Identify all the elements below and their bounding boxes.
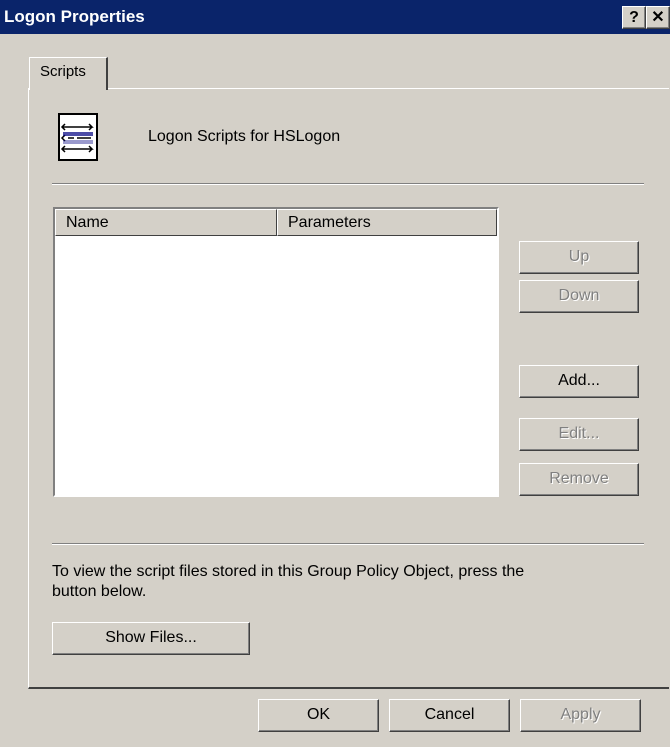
logon-properties-dialog: Logon Properties ? ✕ Scripts Logon Scrip… [0, 0, 670, 747]
apply-button[interactable]: Apply [520, 699, 641, 732]
close-button[interactable]: ✕ [646, 6, 670, 29]
tab-scripts-label: Scripts [40, 63, 86, 80]
title-bar[interactable]: Logon Properties ? ✕ [0, 0, 670, 34]
tab-scripts[interactable]: Scripts [29, 57, 108, 90]
help-button[interactable]: ? [622, 6, 646, 29]
ok-button[interactable]: OK [258, 699, 379, 732]
window-title: Logon Properties [4, 7, 145, 26]
scripts-panel [28, 88, 669, 689]
cancel-button[interactable]: Cancel [389, 699, 510, 732]
